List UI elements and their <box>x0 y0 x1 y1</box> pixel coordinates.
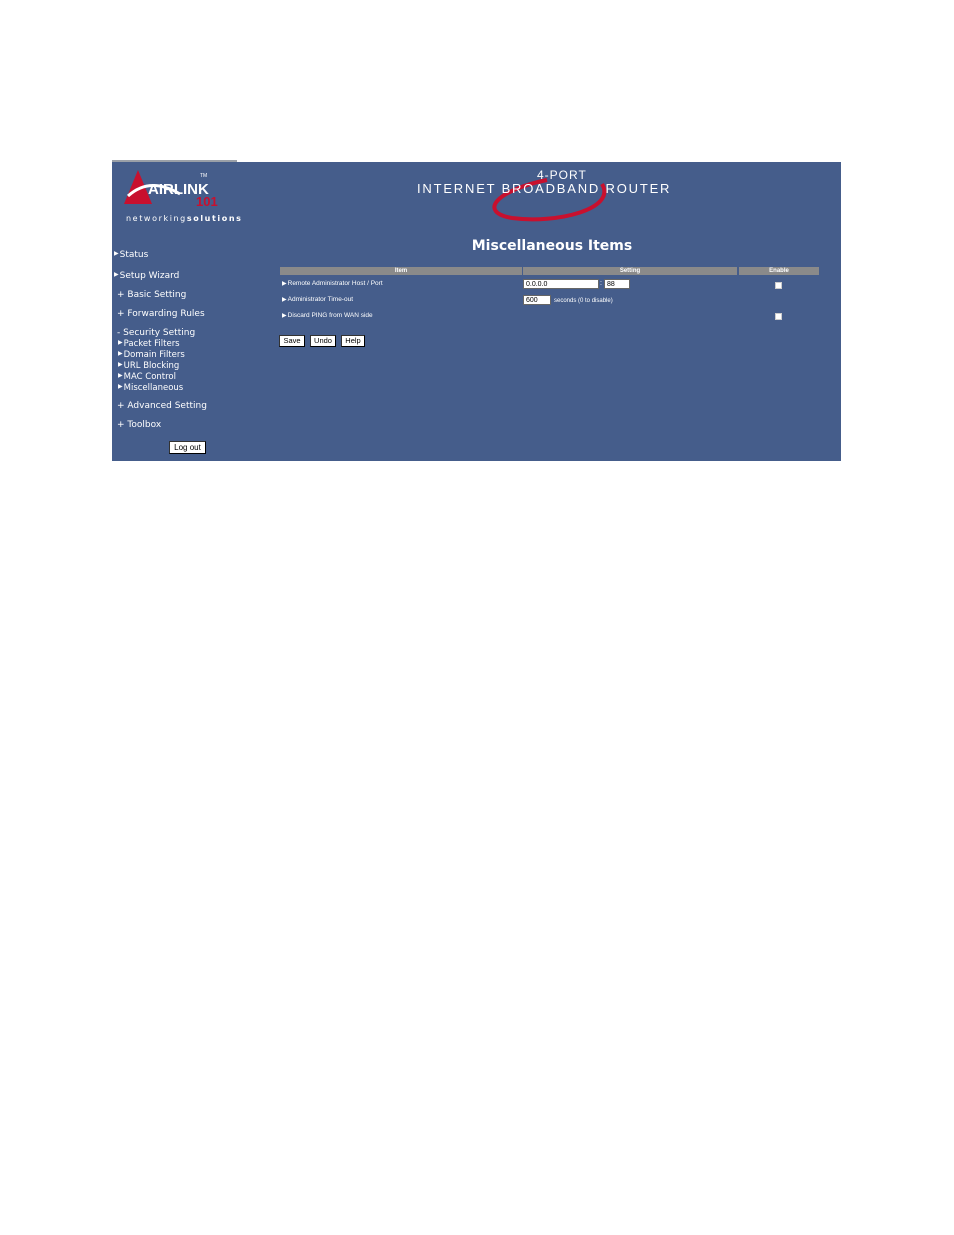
logout-button[interactable]: Log out <box>169 441 206 454</box>
sidebar-nav: ▶Status ▶Setup Wizard + Basic Setting + … <box>112 162 272 461</box>
admin-timeout-input[interactable]: 600 <box>523 295 551 305</box>
arrow-icon: ▶ <box>114 271 119 278</box>
sidebar-item-forwarding-rules[interactable]: + Forwarding Rules <box>117 309 205 319</box>
sidebar-item-mac-control[interactable]: ▶MAC Control <box>118 372 176 382</box>
help-button[interactable]: Help <box>341 335 365 347</box>
sidebar-item-packet-filters[interactable]: ▶Packet Filters <box>118 339 180 349</box>
sidebar-item-advanced-setting[interactable]: + Advanced Setting <box>117 401 207 411</box>
arrow-icon: ▶ <box>118 383 123 390</box>
arrow-icon: ▶ <box>114 250 119 257</box>
discard-ping-enable-checkbox[interactable] <box>775 313 782 320</box>
host-port-separator: : <box>600 280 602 287</box>
remote-port-input[interactable]: 88 <box>604 279 630 289</box>
sidebar-item-basic-setting[interactable]: + Basic Setting <box>117 290 186 300</box>
sidebar-item-status[interactable]: ▶Status <box>114 250 148 260</box>
column-header-item: Item <box>280 267 522 275</box>
banner-title: INTERNET BROADBAND ROUTER <box>417 181 672 196</box>
sidebar-item-miscellaneous[interactable]: ▶Miscellaneous <box>118 383 183 393</box>
arrow-icon: ▶ <box>118 372 123 379</box>
arrow-icon: ▶ <box>282 313 287 319</box>
arrow-icon: ▶ <box>282 297 287 303</box>
arrow-icon: ▶ <box>118 339 123 346</box>
sidebar-item-security-setting[interactable]: - Security Setting <box>117 328 195 338</box>
arrow-icon: ▶ <box>282 281 287 287</box>
column-header-enable: Enable <box>739 267 819 275</box>
sidebar-item-toolbox[interactable]: + Toolbox <box>117 420 161 430</box>
remote-host-input[interactable]: 0.0.0.0 <box>523 279 599 289</box>
row-admin-timeout-label: ▶Administrator Time-out <box>282 296 354 303</box>
arrow-icon: ▶ <box>118 361 123 368</box>
remote-admin-enable-checkbox[interactable] <box>775 282 782 289</box>
save-button[interactable]: Save <box>279 335 305 347</box>
admin-timeout-hint: seconds (0 to disable) <box>554 298 613 304</box>
arrow-icon: ▶ <box>118 350 123 357</box>
sidebar-item-url-blocking[interactable]: ▶URL Blocking <box>118 361 179 371</box>
product-banner: 4-PORT INTERNET BROADBAND ROUTER <box>417 164 687 226</box>
sidebar-item-domain-filters[interactable]: ▶Domain Filters <box>118 350 185 360</box>
page-title: Miscellaneous Items <box>471 238 633 254</box>
sidebar-item-setup-wizard[interactable]: ▶Setup Wizard <box>114 271 179 281</box>
banner-subtitle: 4-PORT <box>537 168 587 182</box>
router-admin-window: AIRLINK TM 101 networkingsolutions 4-POR… <box>112 162 841 461</box>
undo-button[interactable]: Undo <box>310 335 336 347</box>
row-discard-ping-label: ▶Discard PING from WAN side <box>282 312 373 319</box>
column-header-setting: Setting <box>523 267 737 275</box>
row-remote-admin-label: ▶Remote Administrator Host / Port <box>282 280 383 287</box>
